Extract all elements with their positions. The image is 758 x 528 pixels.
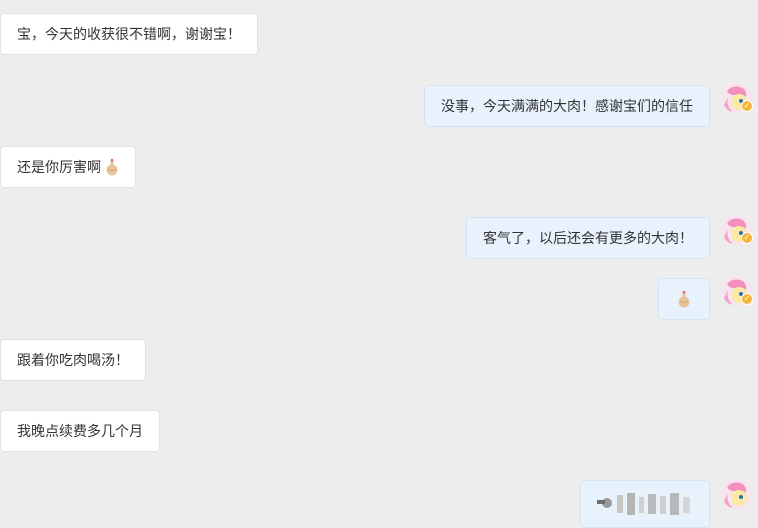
message-text: 宝，今天的收获很不错啊，谢谢宝！ <box>17 27 241 43</box>
message-text: 没事，今天满满的大肉！感谢宝们的信任 <box>441 99 693 115</box>
pony-avatar-icon <box>722 479 752 509</box>
verified-badge-icon: ✓ <box>741 100 753 112</box>
message-text: 我晚点续费多几个月 <box>17 424 143 440</box>
incoming-message-bubble[interactable]: 还是你厉害啊 <box>0 146 137 188</box>
outgoing-message-bubble[interactable] <box>580 480 710 528</box>
outgoing-message-bubble[interactable] <box>658 278 710 320</box>
user-avatar[interactable]: ✓ <box>722 215 753 245</box>
user-avatar[interactable]: ✓ <box>722 276 753 306</box>
message-text: 跟着你吃肉喝汤！ <box>17 353 129 369</box>
message-text: 客气了，以后还会有更多的大肉！ <box>483 231 693 247</box>
blurred-content-image <box>597 493 690 515</box>
ok-hand-emoji <box>678 290 690 307</box>
incoming-message-bubble[interactable]: 我晚点续费多几个月 <box>0 410 160 452</box>
incoming-message-bubble[interactable]: 宝，今天的收获很不错啊，谢谢宝！ <box>0 13 258 55</box>
message-text: 还是你厉害啊 <box>17 160 101 176</box>
incoming-message-bubble[interactable]: 跟着你吃肉喝汤！ <box>0 339 146 381</box>
user-avatar[interactable]: ✓ <box>722 83 753 113</box>
verified-badge-icon: ✓ <box>741 293 753 305</box>
verified-badge-icon: ✓ <box>741 232 753 244</box>
ok-hand-emoji <box>106 158 118 175</box>
outgoing-message-bubble[interactable]: 没事，今天满满的大肉！感谢宝们的信任 <box>424 85 710 127</box>
outgoing-message-bubble[interactable]: 客气了，以后还会有更多的大肉！ <box>466 217 710 259</box>
user-avatar[interactable] <box>722 479 752 509</box>
